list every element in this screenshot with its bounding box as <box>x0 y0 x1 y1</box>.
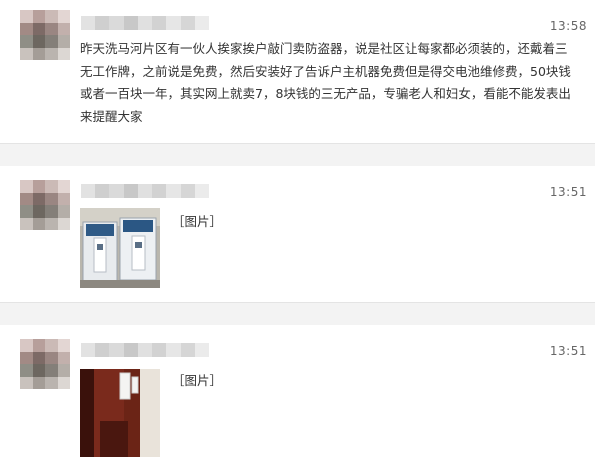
message-time: 13:58 <box>549 19 587 33</box>
message-divider <box>0 302 595 326</box>
message-time: 13:51 <box>549 344 587 358</box>
sender-name-blurred <box>81 343 209 357</box>
sender-name-blurred <box>81 184 209 198</box>
avatar[interactable] <box>20 339 70 389</box>
image-placeholder-label: ［图片］ <box>172 214 223 229</box>
message-time: 13:51 <box>549 185 587 199</box>
message-item: 13:51 ［图片］ <box>0 325 595 457</box>
door-sensor-photo <box>80 369 160 457</box>
sender-name-blurred <box>81 16 209 30</box>
avatar[interactable] <box>20 10 70 60</box>
message-divider <box>0 143 595 167</box>
image-placeholder-label: ［图片］ <box>172 373 223 388</box>
message-item: 13:58 昨天洗马河片区有一伙人挨家挨户敲门卖防盗器，说是社区让每家都必须装的… <box>0 0 595 143</box>
avatar[interactable] <box>20 180 70 230</box>
message-text: 昨天洗马河片区有一伙人挨家挨户敲门卖防盗器，说是社区让每家都必须装的，还戴着三无… <box>80 41 571 124</box>
image-thumbnail[interactable] <box>80 369 160 457</box>
message-item: 13:51 ［图片］ <box>0 166 595 302</box>
image-thumbnail[interactable] <box>80 208 160 288</box>
alarm-package-photo <box>80 208 160 288</box>
